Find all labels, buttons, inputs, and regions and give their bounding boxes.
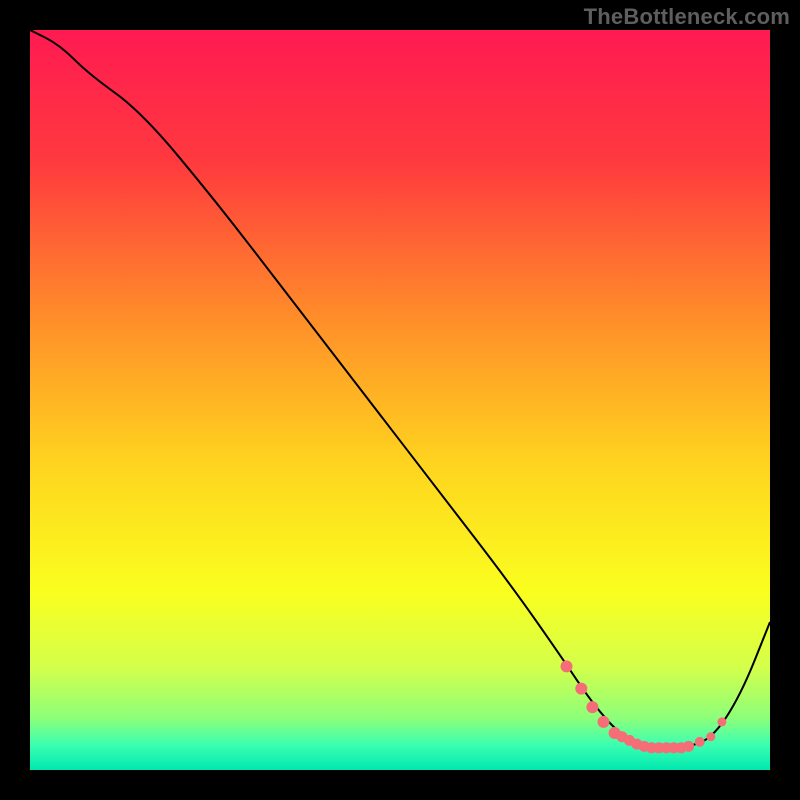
watermark-text: TheBottleneck.com	[584, 4, 790, 30]
marker-dot	[575, 683, 587, 695]
marker-dot	[598, 716, 610, 728]
plot-area	[30, 30, 770, 770]
marker-dot	[706, 732, 715, 741]
marker-dot	[586, 701, 598, 713]
chart-frame: TheBottleneck.com	[0, 0, 800, 800]
marker-dot	[683, 741, 694, 752]
marker-dot	[695, 737, 705, 747]
gradient-background	[30, 30, 770, 770]
marker-dot	[561, 660, 573, 672]
marker-dot	[717, 717, 726, 726]
plot-svg	[30, 30, 770, 770]
